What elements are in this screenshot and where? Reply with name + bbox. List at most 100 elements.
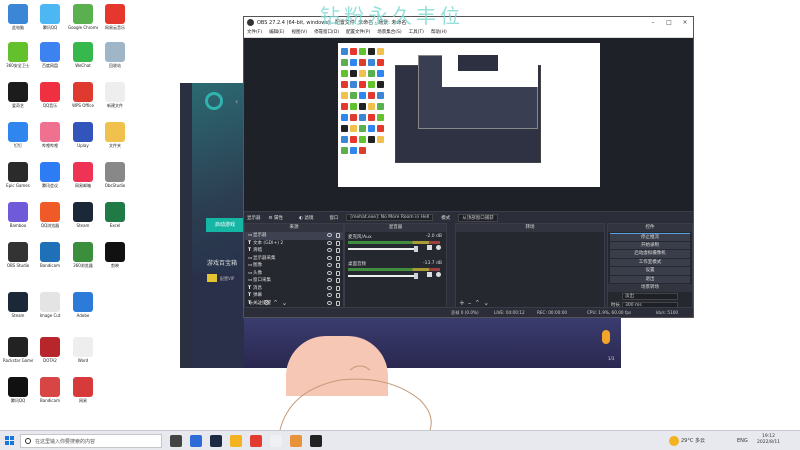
desktop-icon[interactable]: Bandicam <box>35 375 65 411</box>
desktop-icon[interactable]: 哔哩哔哩 <box>35 120 65 156</box>
close-icon[interactable]: × <box>677 17 693 28</box>
desktop-icon[interactable]: Bamboo <box>3 200 33 236</box>
visibility-eye-icon[interactable] <box>327 293 332 297</box>
clock[interactable]: 19:12 2022/8/11 <box>757 434 780 446</box>
weather-text[interactable]: 29°C 多云 <box>681 431 705 450</box>
control-button[interactable]: 退出 <box>610 275 690 283</box>
source-item[interactable]: T 消息 <box>245 285 343 293</box>
desktop-icon[interactable]: WeChat <box>68 40 98 76</box>
source-item[interactable]: T 滑稽 <box>245 247 343 255</box>
speaker-icon[interactable] <box>427 245 432 250</box>
source-item[interactable]: ▭图像 <box>245 262 343 270</box>
taskbar-app-icon[interactable] <box>250 435 262 447</box>
menu-item[interactable]: 工具(T) <box>409 28 424 37</box>
lock-icon[interactable] <box>336 248 340 253</box>
source-item[interactable]: T 文本 (GDI+) 2 <box>245 240 343 248</box>
add-icon[interactable]: + <box>459 299 468 307</box>
source-item[interactable]: ▭窗口采集 <box>245 277 343 285</box>
desktop-icon[interactable]: Google Chrome <box>68 2 98 38</box>
taskbar-app-icon[interactable] <box>270 435 282 447</box>
desktop-icon[interactable]: 360浏览器 <box>68 240 98 276</box>
taskbar-app-icon[interactable] <box>190 435 202 447</box>
taskbar-app-icon[interactable] <box>310 435 322 447</box>
menu-item[interactable]: 文件(F) <box>247 28 262 37</box>
visibility-eye-icon[interactable] <box>327 248 332 252</box>
desktop-icon[interactable]: 此电脑 <box>3 2 33 38</box>
lock-icon[interactable] <box>336 270 340 276</box>
menu-item[interactable]: 配置文件(P) <box>346 28 370 37</box>
taskbar-app-icon[interactable] <box>290 435 302 447</box>
taskbar-app-icon[interactable] <box>170 435 182 447</box>
desktop-icon[interactable]: QQ浏览器 <box>35 200 65 236</box>
desktop-icon[interactable]: Adobe <box>68 290 98 326</box>
up-icon[interactable]: ⌃ <box>474 299 483 307</box>
lock-icon[interactable] <box>336 233 340 238</box>
lock-icon[interactable] <box>336 255 340 261</box>
desktop-icon[interactable]: Rockstar Games <box>3 335 33 371</box>
volume-slider[interactable] <box>348 248 418 250</box>
down-icon[interactable]: ⌄ <box>282 299 291 307</box>
back-arrow-icon[interactable]: ‹ <box>235 97 238 106</box>
desktop-icon[interactable]: ObsStudio <box>100 160 130 196</box>
launch-game-button[interactable]: 启动游戏 <box>206 218 244 232</box>
source-item[interactable]: ▭显示器 <box>245 232 343 240</box>
speaker-icon[interactable] <box>427 272 432 277</box>
taskbar-search[interactable]: 在这里输入你要搜索的内容 <box>20 434 162 448</box>
properties-button[interactable]: ⚙ 属性 <box>269 215 291 221</box>
visibility-eye-icon[interactable] <box>327 233 332 237</box>
desktop-icon[interactable]: Excel <box>100 200 130 236</box>
desktop-icon[interactable]: 网易 <box>68 375 98 411</box>
volume-slider[interactable] <box>348 275 418 277</box>
source-item[interactable]: ▭显示器采集 <box>245 255 343 263</box>
menu-item[interactable]: 停靠窗口(D) <box>314 28 339 37</box>
desktop-icon[interactable]: WPS Office <box>68 80 98 116</box>
down-icon[interactable]: ⌄ <box>483 299 492 307</box>
desktop-icon[interactable]: QQ音乐 <box>35 80 65 116</box>
desktop-icon[interactable]: OBS Studio <box>3 240 33 276</box>
visibility-eye-icon[interactable] <box>327 270 332 275</box>
lock-icon[interactable] <box>336 263 340 268</box>
gear-icon[interactable]: ⚙ <box>263 299 272 307</box>
desktop-icon[interactable]: 腾讯QQ <box>3 375 33 411</box>
desktop-icon[interactable]: Uplay <box>68 120 98 156</box>
lock-icon[interactable] <box>336 285 340 291</box>
control-button[interactable]: 设置 <box>610 267 690 275</box>
gear-icon[interactable] <box>436 272 441 277</box>
visibility-eye-icon[interactable] <box>327 240 332 245</box>
desktop-icon[interactable]: Steam <box>3 290 33 326</box>
control-button[interactable]: 工作室模式 <box>610 258 690 266</box>
source-item[interactable]: ▭头像 <box>245 270 343 278</box>
maximize-icon[interactable]: □ <box>661 17 677 28</box>
desktop-icon[interactable]: DOTA2 <box>35 335 65 371</box>
control-button[interactable]: 启动虚拟摄像机 <box>610 250 690 258</box>
lock-icon[interactable] <box>336 278 340 283</box>
desktop-icon[interactable]: 百度网盘 <box>35 40 65 76</box>
desktop-icon[interactable]: Steam <box>68 200 98 236</box>
desktop-icon[interactable]: Word <box>68 335 98 371</box>
weather-icon[interactable] <box>669 436 679 446</box>
filters-button[interactable]: ◐ 滤镜 <box>299 215 321 221</box>
volume-slider-handle[interactable] <box>414 246 418 252</box>
menu-item[interactable]: 视图(V) <box>291 28 307 37</box>
menu-item[interactable]: 帮助(H) <box>431 28 447 37</box>
desktop-icon[interactable]: 钉钉 <box>3 120 33 156</box>
desktop-icon[interactable]: 360安全卫士 <box>3 40 33 76</box>
desktop-icon[interactable]: 剪映 <box>100 240 130 276</box>
desktop-icon[interactable]: 文件夹 <box>100 120 130 156</box>
visibility-eye-icon[interactable] <box>327 285 332 290</box>
taskbar-app-icon[interactable] <box>210 435 222 447</box>
windows-start-icon[interactable] <box>5 436 14 445</box>
minimize-icon[interactable]: – <box>645 17 661 28</box>
menu-item[interactable]: 场景集合(S) <box>377 28 401 37</box>
menu-item[interactable]: 编辑(E) <box>269 28 284 37</box>
lock-icon[interactable] <box>336 293 340 298</box>
desktop-icon[interactable]: 新建文件 <box>100 80 130 116</box>
add-icon[interactable]: + <box>248 299 257 307</box>
obs-titlebar[interactable]: OBS 27.2.4 (64-bit, windows) - 配置文件: 未命名… <box>244 17 693 28</box>
volume-slider-handle[interactable] <box>414 273 418 279</box>
desktop-icon[interactable]: 腾讯会议 <box>35 160 65 196</box>
mode-select[interactable]: 从顶部窗口捕获 <box>458 213 498 222</box>
obs-preview-canvas[interactable] <box>244 38 693 211</box>
desktop-icon[interactable]: Bandicam <box>35 240 65 276</box>
lang-indicator[interactable]: ENG <box>737 431 748 450</box>
